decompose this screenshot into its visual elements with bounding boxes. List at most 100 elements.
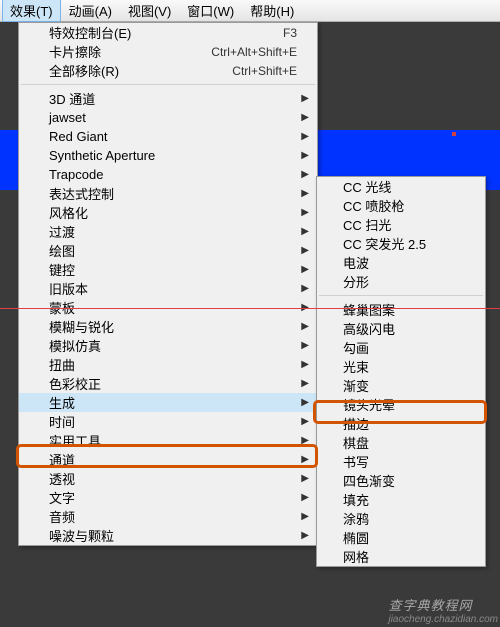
submenu-arrow-icon: ▶ <box>301 416 309 427</box>
submenu-arrow-icon: ▶ <box>301 112 309 123</box>
menu-item-label: Synthetic Aperture <box>49 148 297 163</box>
submenu-arrow-icon: ▶ <box>301 492 309 503</box>
menu-item-label: 文字 <box>49 488 297 507</box>
menu-item[interactable]: 色彩校正▶ <box>19 374 317 393</box>
menu-item[interactable]: Red Giant▶ <box>19 127 317 146</box>
menu-item[interactable]: 特效控制台(E)F3 <box>19 23 317 42</box>
submenu-arrow-icon: ▶ <box>301 283 309 294</box>
menu-item-label: 模拟仿真 <box>49 336 297 355</box>
menu-item-label: Trapcode <box>49 167 297 182</box>
submenu-item[interactable]: 四色渐变 <box>317 471 485 490</box>
menu-item-label: 扭曲 <box>49 355 297 374</box>
menu-shortcut: Ctrl+Shift+E <box>232 64 297 78</box>
menu-item[interactable]: 蒙板 ▶ <box>19 298 317 317</box>
menu-item-label: 特效控制台(E) <box>49 23 283 42</box>
submenu-item[interactable]: 勾画 <box>317 338 485 357</box>
watermark-sub: jiaocheng.chazidian.com <box>388 614 498 625</box>
menu-item[interactable]: 键控 ▶ <box>19 260 317 279</box>
menu-item-label: 音频 <box>49 507 297 526</box>
submenu-item[interactable]: 电波 <box>317 253 485 272</box>
menu-item-label: jawset <box>49 110 297 125</box>
menu-item-label: 卡片擦除 <box>49 42 211 61</box>
submenu-item[interactable]: 蜂巢图案 <box>317 300 485 319</box>
menu-item-label: 透视 <box>49 469 297 488</box>
menu-item-label: 噪波与颗粒 <box>49 526 297 545</box>
submenu-item[interactable]: CC 突发光 2.5 <box>317 234 485 253</box>
menu-item[interactable]: 旧版本 ▶ <box>19 279 317 298</box>
menu-item[interactable]: Trapcode▶ <box>19 165 317 184</box>
submenu-arrow-icon: ▶ <box>301 397 309 408</box>
submenu-item[interactable]: 椭圆 <box>317 528 485 547</box>
menu-separator <box>21 84 315 85</box>
menu-separator <box>319 295 483 296</box>
submenu-item[interactable]: 网格 <box>317 547 485 566</box>
submenu-arrow-icon: ▶ <box>301 321 309 332</box>
menu-item[interactable]: 模糊与锐化▶ <box>19 317 317 336</box>
submenu-item[interactable]: CC 扫光 <box>317 215 485 234</box>
watermark: 查字典教程网 jiaocheng.chazidian.com <box>388 595 498 625</box>
menu-item[interactable]: 通道 ▶ <box>19 450 317 469</box>
effects-menu: 特效控制台(E)F3卡片擦除Ctrl+Alt+Shift+E全部移除(R)Ctr… <box>18 22 318 546</box>
menu-item[interactable]: 实用工具 ▶ <box>19 431 317 450</box>
menu-item[interactable]: 3D 通道 ▶ <box>19 89 317 108</box>
submenu-arrow-icon: ▶ <box>301 93 309 104</box>
menu-item[interactable]: 风格化▶ <box>19 203 317 222</box>
menu-item-label: 生成 <box>49 393 297 412</box>
submenu-arrow-icon: ▶ <box>301 302 309 313</box>
menubar-item[interactable]: 视图(V) <box>120 0 179 22</box>
submenu-item[interactable]: CC 喷胶枪 <box>317 196 485 215</box>
submenu-arrow-icon: ▶ <box>301 226 309 237</box>
menu-item[interactable]: 全部移除(R)Ctrl+Shift+E <box>19 61 317 80</box>
menu-item[interactable]: 透视 ▶ <box>19 469 317 488</box>
submenu-item[interactable]: 渐变 <box>317 376 485 395</box>
menu-item[interactable]: 音频▶ <box>19 507 317 526</box>
submenu-arrow-icon: ▶ <box>301 435 309 446</box>
submenu-item[interactable]: 分形 <box>317 272 485 291</box>
submenu-arrow-icon: ▶ <box>301 207 309 218</box>
submenu-arrow-icon: ▶ <box>301 131 309 142</box>
menu-item-label: 旧版本 <box>49 279 297 298</box>
menu-item[interactable]: 卡片擦除Ctrl+Alt+Shift+E <box>19 42 317 61</box>
menu-item[interactable]: 过渡 ▶ <box>19 222 317 241</box>
menu-item[interactable]: 模拟仿真▶ <box>19 336 317 355</box>
menu-shortcut: Ctrl+Alt+Shift+E <box>211 45 297 59</box>
submenu-item[interactable]: 棋盘 <box>317 433 485 452</box>
submenu-item[interactable]: 填充 <box>317 490 485 509</box>
menu-item[interactable]: 生成 ▶ <box>19 393 317 412</box>
menu-item[interactable]: 表达式控制▶ <box>19 184 317 203</box>
submenu-item[interactable]: 光束 <box>317 357 485 376</box>
menu-item[interactable]: 噪波与颗粒 ▶ <box>19 526 317 545</box>
submenu-arrow-icon: ▶ <box>301 473 309 484</box>
menu-shortcut: F3 <box>283 26 297 40</box>
menu-item-label: 蒙板 <box>49 298 297 317</box>
submenu-arrow-icon: ▶ <box>301 378 309 389</box>
menubar-item[interactable]: 窗口(W) <box>179 0 242 22</box>
menu-item-label: 时间 <box>49 412 297 431</box>
menubar-item[interactable]: 动画(A) <box>61 0 120 22</box>
submenu-item[interactable]: 书写 <box>317 452 485 471</box>
menubar-item[interactable]: 效果(T) <box>2 0 61 22</box>
submenu-arrow-icon: ▶ <box>301 530 309 541</box>
menu-item[interactable]: 绘图▶ <box>19 241 317 260</box>
menu-item[interactable]: 时间 ▶ <box>19 412 317 431</box>
menu-item[interactable]: Synthetic Aperture▶ <box>19 146 317 165</box>
menu-item-label: 过渡 <box>49 222 297 241</box>
menu-item[interactable]: jawset ▶ <box>19 108 317 127</box>
submenu-arrow-icon: ▶ <box>301 454 309 465</box>
menu-item[interactable]: 扭曲 ▶ <box>19 355 317 374</box>
submenu-item[interactable]: 镜头光晕 <box>317 395 485 414</box>
submenu-item[interactable]: 高级闪电 <box>317 319 485 338</box>
menu-item-label: 实用工具 <box>49 431 297 450</box>
menu-item[interactable]: 文字 ▶ <box>19 488 317 507</box>
menubar-item[interactable]: 帮助(H) <box>242 0 302 22</box>
submenu-arrow-icon: ▶ <box>301 264 309 275</box>
menubar: 效果(T)动画(A)视图(V)窗口(W)帮助(H) <box>0 0 500 22</box>
menu-item-label: 3D 通道 <box>49 89 297 108</box>
menu-item-label: 通道 <box>49 450 297 469</box>
submenu-arrow-icon: ▶ <box>301 359 309 370</box>
submenu-item[interactable]: 描边 <box>317 414 485 433</box>
menu-item-label: 键控 <box>49 260 297 279</box>
submenu-item[interactable]: 涂鸦 <box>317 509 485 528</box>
submenu-item[interactable]: CC 光线 <box>317 177 485 196</box>
menu-item-label: 全部移除(R) <box>49 61 232 80</box>
